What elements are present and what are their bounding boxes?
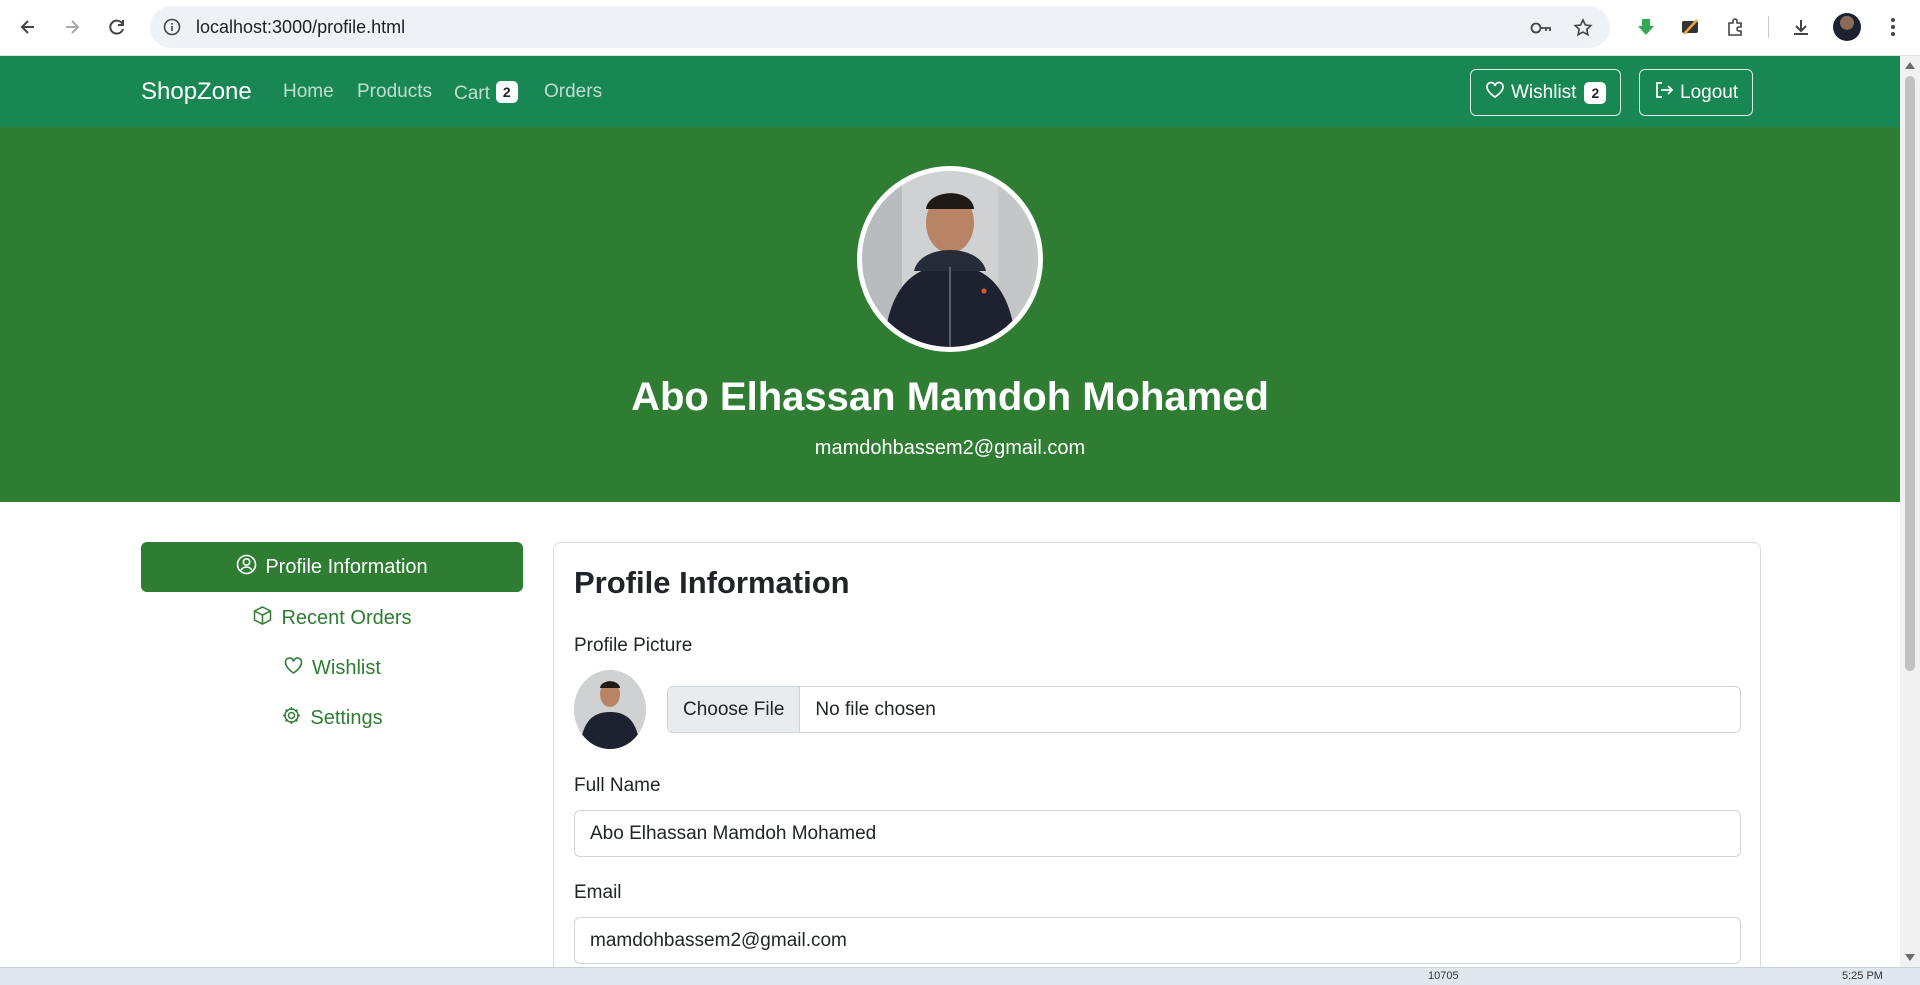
file-status-text: No file chosen	[815, 698, 936, 720]
nav-cart-label: Cart	[454, 83, 490, 104]
scroll-down-arrow-icon[interactable]	[1905, 954, 1915, 961]
full-name-field[interactable]	[574, 810, 1741, 857]
profile-email: mamdohbassem2@gmail.com	[814, 437, 1086, 459]
extension-icon[interactable]	[1675, 12, 1705, 42]
page-scrollbar[interactable]	[1900, 56, 1920, 967]
sidebar-item-label: Settings	[310, 706, 383, 729]
taskbar-center-text: 10705	[1428, 970, 1459, 982]
logout-label: Logout	[1680, 81, 1739, 103]
taskbar-clock: 5:25 PM	[1842, 970, 1883, 982]
sidebar-item-settings[interactable]: Settings	[141, 693, 523, 743]
card-title: Profile Information	[574, 565, 850, 600]
bookmark-star-icon[interactable]	[1572, 17, 1594, 39]
wishlist-button[interactable]: Wishlist 2	[1470, 69, 1622, 116]
full-name-label: Full Name	[574, 775, 661, 796]
sidebar-item-profile-information[interactable]: Profile Information	[141, 542, 523, 592]
wishlist-count-badge: 2	[1584, 81, 1607, 104]
box-icon	[252, 605, 273, 632]
choose-file-button[interactable]: Choose File	[668, 687, 801, 732]
scrollbar-thumb[interactable]	[1905, 76, 1915, 671]
scroll-up-arrow-icon[interactable]	[1905, 62, 1915, 69]
reload-icon[interactable]	[102, 12, 132, 42]
sidebar-item-label: Recent Orders	[281, 606, 412, 629]
nav-home[interactable]: Home	[283, 81, 334, 103]
heart-icon	[283, 656, 304, 681]
sidebar-item-label: Wishlist	[312, 656, 381, 679]
browser-profile-avatar[interactable]	[1833, 13, 1861, 41]
toolbar-separator	[1768, 16, 1769, 38]
os-taskbar: 10705 5:25 PM	[0, 967, 1920, 985]
browser-menu-icon[interactable]	[1878, 12, 1908, 42]
email-field[interactable]	[574, 917, 1741, 964]
nav-cart[interactable]: Cart 2	[454, 81, 518, 105]
browser-toolbar: localhost:3000/profile.html	[0, 0, 1920, 56]
profile-picture-preview	[574, 670, 646, 749]
site-info-icon[interactable]	[162, 17, 182, 37]
gear-icon	[281, 705, 302, 732]
cart-count-badge: 2	[495, 81, 518, 103]
sidebar-item-label: Profile Information	[265, 555, 428, 578]
profile-avatar	[857, 166, 1043, 352]
url-text[interactable]: localhost:3000/profile.html	[196, 17, 405, 38]
site-navbar: ShopZone Home Products Cart 2 Orders Wish…	[0, 56, 1900, 127]
profile-information-card: Profile Information Profile Picture Choo…	[553, 542, 1761, 985]
profile-picture-label: Profile Picture	[574, 635, 693, 656]
brand-logo[interactable]: ShopZone	[141, 78, 252, 106]
download-extension-icon[interactable]	[1631, 12, 1661, 42]
wishlist-label: Wishlist	[1511, 81, 1577, 103]
forward-icon[interactable]	[57, 12, 87, 42]
sidebar-item-recent-orders[interactable]: Recent Orders	[141, 593, 523, 643]
profile-hero: Abo Elhassan Mamdoh Mohamed mamdohbassem…	[0, 127, 1900, 502]
heart-icon	[1485, 81, 1505, 105]
nav-products[interactable]: Products	[357, 81, 432, 103]
nav-orders[interactable]: Orders	[544, 81, 602, 103]
address-bar[interactable]: localhost:3000/profile.html	[150, 6, 1610, 48]
downloads-icon[interactable]	[1786, 12, 1816, 42]
profile-picture-file-input[interactable]: Choose File No file chosen	[667, 686, 1741, 733]
back-icon[interactable]	[13, 12, 43, 42]
logout-button[interactable]: Logout	[1639, 69, 1754, 116]
password-key-icon[interactable]	[1530, 17, 1552, 39]
puzzle-extensions-icon[interactable]	[1720, 12, 1750, 42]
profile-name: Abo Elhassan Mamdoh Mohamed	[631, 375, 1269, 419]
logout-icon	[1654, 81, 1674, 105]
person-circle-icon	[236, 554, 257, 581]
sidebar-item-wishlist[interactable]: Wishlist	[141, 643, 523, 693]
email-label: Email	[574, 882, 622, 903]
